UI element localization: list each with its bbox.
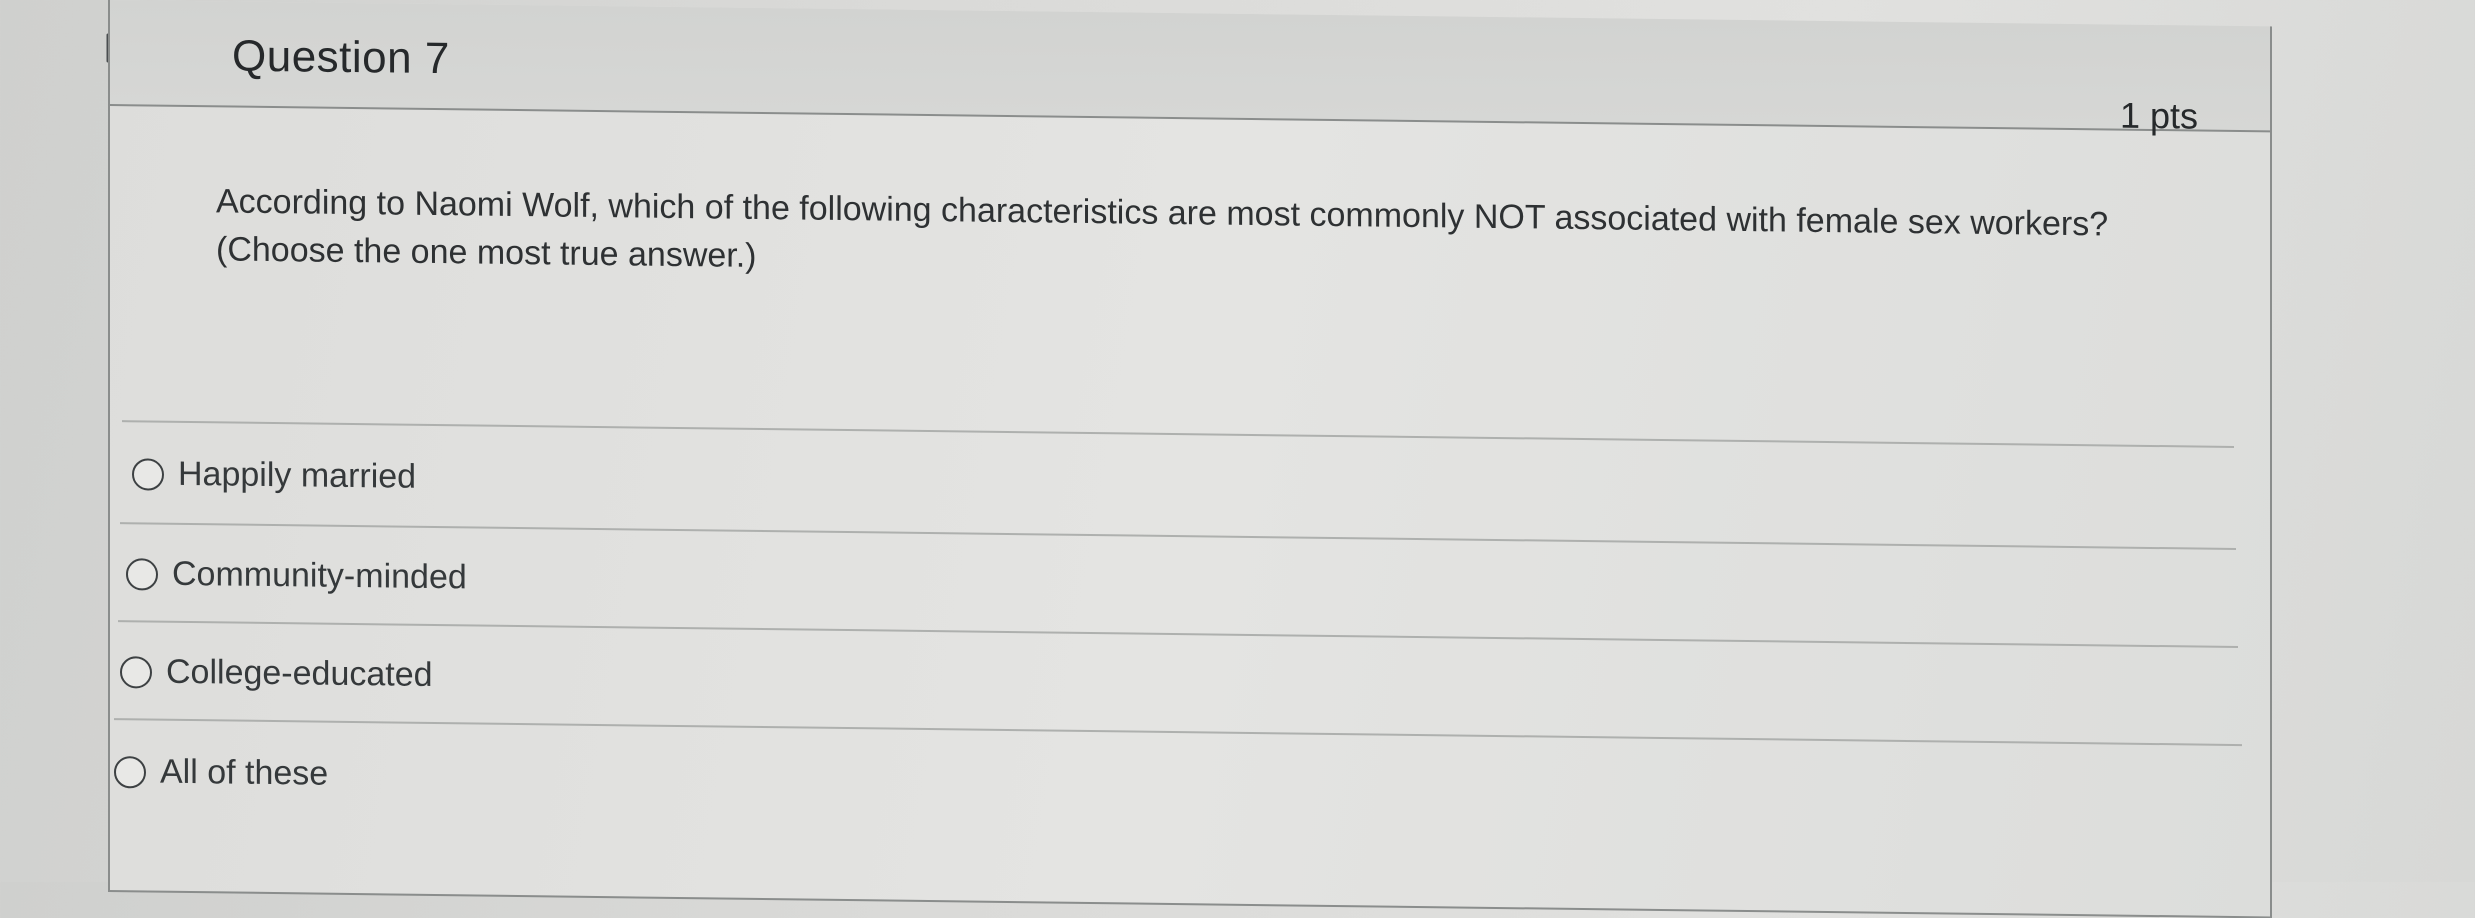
radio-unchecked-icon[interactable] xyxy=(114,755,146,788)
radio-unchecked-icon[interactable] xyxy=(126,557,158,591)
question-title: Question 7 xyxy=(232,31,450,84)
radio-unchecked-icon[interactable] xyxy=(120,655,152,689)
question-header: Question 7 1 pts xyxy=(110,0,2270,137)
answer-option-all-of-these[interactable]: All of these xyxy=(114,752,328,794)
answer-list: Happily married Community-minded College… xyxy=(110,420,2270,793)
answer-divider xyxy=(114,718,2242,747)
answer-label: Happily married xyxy=(178,454,417,496)
answer-label: College-educated xyxy=(166,652,433,694)
answer-label: Community-minded xyxy=(172,554,467,597)
answer-option-happily-married[interactable]: Happily married xyxy=(132,454,416,496)
question-card: Question 7 1 pts According to Naomi Wolf… xyxy=(108,0,2272,918)
answer-option-college-educated[interactable]: College-educated xyxy=(120,652,433,695)
answer-divider xyxy=(120,522,2236,550)
answer-divider xyxy=(118,620,2238,649)
answer-label: All of these xyxy=(160,752,329,793)
answer-divider xyxy=(122,420,2234,448)
answer-option-community-minded[interactable]: Community-minded xyxy=(126,554,467,597)
question-points: 1 pts xyxy=(2119,94,2198,137)
radio-unchecked-icon[interactable] xyxy=(132,457,164,491)
question-text: According to Naomi Wolf, which of the fo… xyxy=(216,182,2109,275)
